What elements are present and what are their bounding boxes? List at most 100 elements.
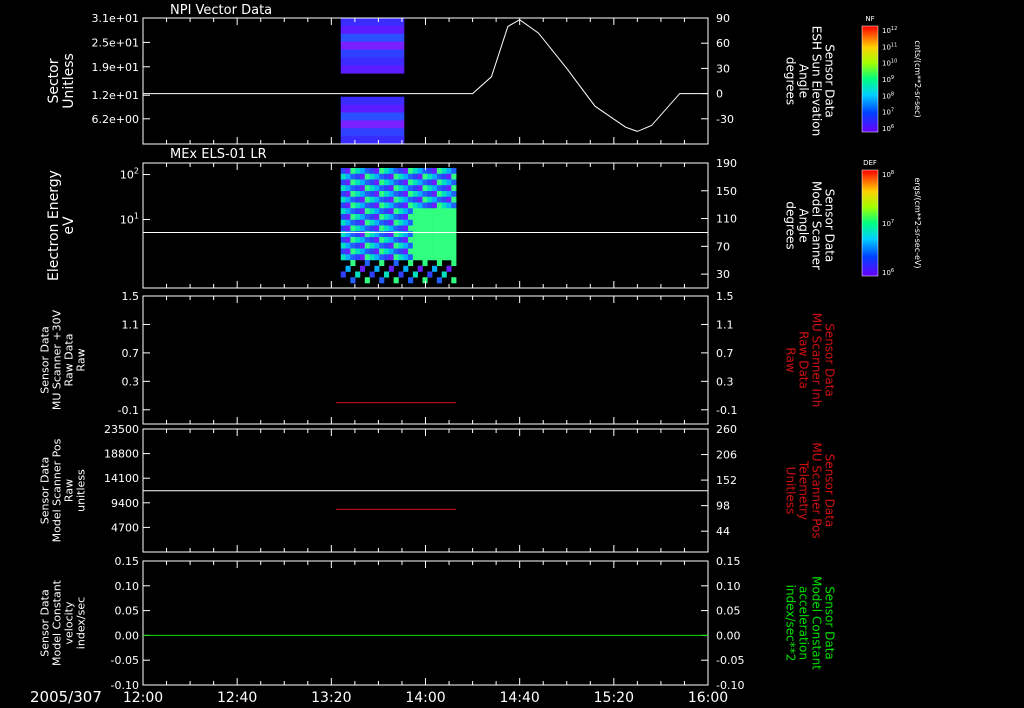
heatmap-cell [436, 248, 442, 255]
heatmap-cell [427, 168, 433, 175]
heatmap-cell [446, 185, 452, 192]
heatmap-cell [359, 168, 366, 175]
y-tick-label: 4700 [111, 521, 139, 534]
y-axis-label-right: Sensor DataModel Constantaccelerationind… [784, 576, 837, 670]
heatmap-cell [398, 196, 404, 203]
heatmap-cell [408, 173, 414, 180]
heatmap-cell [408, 185, 414, 192]
heatmap-cell [427, 214, 433, 221]
heatmap-cell [417, 237, 423, 244]
heatmap-cell [446, 202, 452, 209]
heatmap-cell [427, 185, 433, 192]
heatmap-cell [364, 242, 370, 249]
heatmap-cell [422, 196, 428, 203]
heatmap-cell [417, 248, 423, 255]
x-tick-label: 13:20 [311, 690, 351, 706]
heatmap-cell [417, 219, 423, 226]
heatmap-cell [384, 237, 390, 244]
heatmap-cell [384, 271, 390, 278]
heatmap-cell [379, 237, 385, 244]
heatmap-cell [355, 237, 361, 244]
heatmap-cell [446, 208, 452, 215]
heatmap-cell [446, 173, 452, 180]
heatmap-cell [422, 185, 428, 192]
y-tick-label-right: 90 [716, 12, 730, 25]
heatmap-cell [355, 242, 361, 249]
y-axis-label-right-line: degrees [784, 57, 798, 105]
heatmap-cell [374, 219, 380, 226]
x-tick-label: 15:20 [594, 690, 634, 706]
y-axis-label-right-line: Sensor Data [823, 323, 837, 397]
colorbar-nf-label: NF [865, 15, 874, 23]
heatmap-cell [417, 242, 423, 249]
heatmap-cell [403, 214, 409, 221]
heatmap-cell [369, 219, 375, 226]
heatmap-cell [422, 242, 428, 249]
heatmap-cell [374, 242, 380, 249]
heatmap-cell [374, 173, 380, 180]
heatmap-cell [422, 248, 428, 255]
heatmap-cell [432, 237, 438, 244]
y-axis-label-right-line: Angle [797, 208, 811, 242]
heatmap-cell [350, 191, 356, 198]
panel-title-npi: NPI Vector Data [170, 3, 272, 18]
heatmap-cell [340, 112, 405, 121]
heatmap-cell [340, 65, 405, 74]
heatmap-cell [384, 248, 390, 255]
heatmap-cell [451, 191, 457, 198]
heatmap-cell [427, 173, 433, 180]
heatmap-cell [398, 214, 404, 221]
heatmap-cell [398, 254, 404, 261]
heatmap-cell [384, 208, 390, 215]
heatmap-cell [345, 196, 351, 203]
y-tick-label-right: -0.05 [716, 654, 744, 667]
heatmap-cell [369, 237, 375, 244]
heatmap-cell [441, 271, 447, 278]
heatmap-cell [403, 202, 409, 209]
heatmap-cell [436, 168, 442, 175]
heatmap-cell [436, 260, 442, 267]
heatmap-cell [451, 219, 457, 226]
y-axis-label-right-line: Sensor Data [823, 454, 837, 528]
heatmap-cell [355, 185, 361, 192]
heatmap-cell [398, 271, 404, 278]
heatmap-cell [384, 202, 390, 209]
heatmap-cell [364, 225, 370, 232]
heatmap-cell [345, 248, 351, 255]
heatmap-cell [340, 128, 405, 137]
heatmap-cell [340, 120, 405, 129]
heatmap-cell [441, 237, 447, 244]
heatmap-cell [432, 173, 438, 180]
heatmap-cell [340, 271, 346, 278]
y-tick-label-right: 0.10 [716, 580, 741, 593]
heatmap-cell [412, 219, 418, 226]
heatmap-cell [417, 168, 423, 175]
y-tick-label-right: 190 [716, 157, 737, 170]
heatmap-cell [388, 237, 394, 244]
heatmap-cell [398, 225, 404, 232]
heatmap-cell [403, 191, 409, 198]
heatmap-cell [408, 248, 414, 255]
heatmap-cell [340, 104, 405, 113]
heatmap-cell [369, 271, 375, 278]
heatmap-cell [417, 196, 423, 203]
heatmap-cell [432, 248, 438, 255]
heatmap-cell [436, 219, 442, 226]
heatmap-cell [345, 242, 351, 249]
heatmap-cell [345, 265, 351, 272]
heatmap-cell [379, 208, 385, 215]
heatmap-cell [393, 179, 399, 186]
heatmap-cell [427, 202, 433, 209]
heatmap-cell [393, 219, 399, 226]
heatmap-cell [432, 242, 438, 249]
y-tick-label: 0.10 [115, 580, 140, 593]
y-axis-label-right-line: Sensor Data [823, 44, 837, 118]
colorbar-nf-units: cnts/(cm**2-sr-sec) [913, 40, 922, 117]
heatmap-cell [436, 185, 442, 192]
heatmap-cell [441, 254, 447, 261]
heatmap-cell [446, 225, 452, 232]
heatmap-cell [388, 196, 394, 203]
heatmap-cell [374, 237, 380, 244]
heatmap-cell [432, 219, 438, 226]
heatmap-cell [364, 202, 370, 209]
